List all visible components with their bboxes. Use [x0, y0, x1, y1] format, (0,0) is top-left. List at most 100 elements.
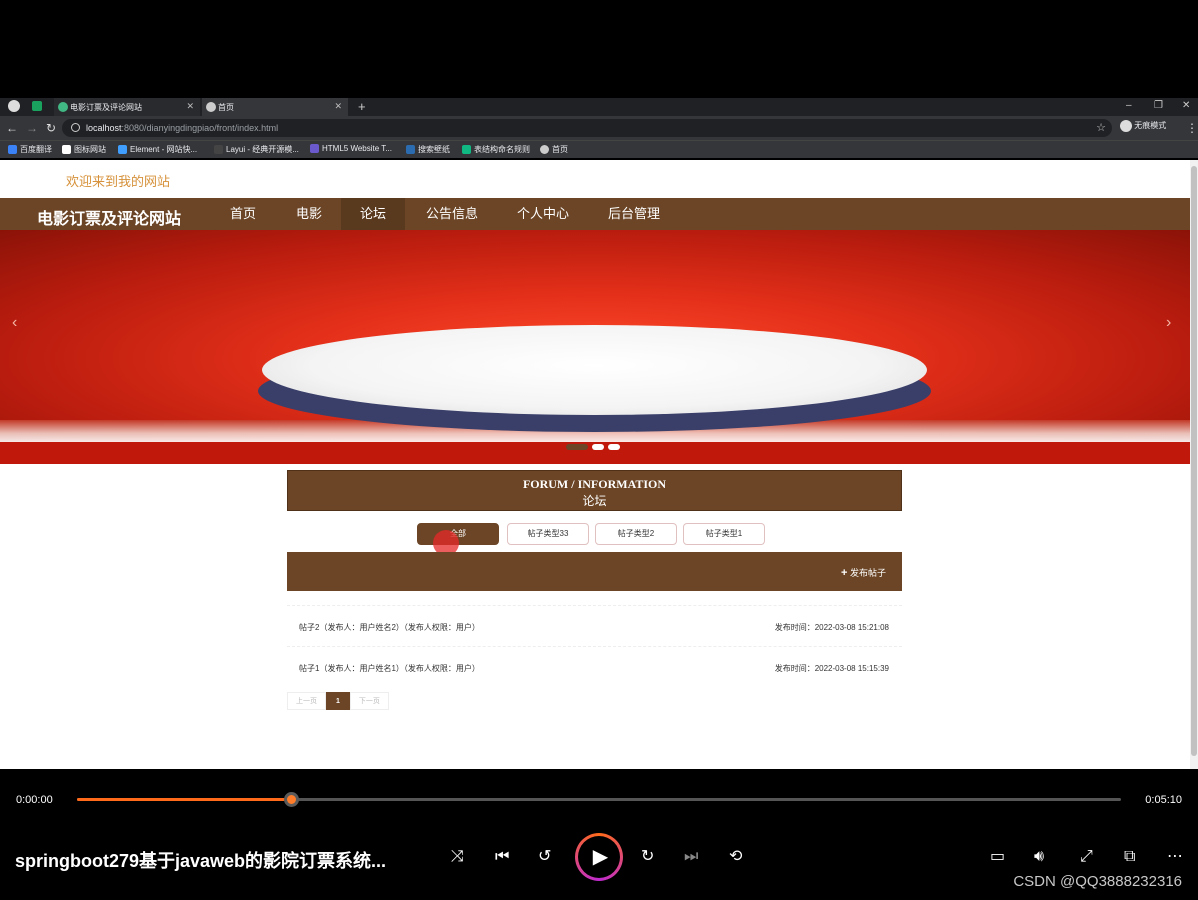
bookmark-label: Element - 网站快...: [130, 145, 198, 154]
more-icon[interactable]: ⋯: [1167, 847, 1183, 867]
bookmark-label: 搜索壁纸: [418, 145, 450, 154]
bookmarks-bar: 百度翻译 图标网站 Element - 网站快... Layui - 经典开源模…: [0, 140, 1198, 158]
post-date: 发布时间：2022-03-08 15:15:39: [774, 664, 889, 673]
translate-icon: [8, 145, 17, 154]
menu-icon[interactable]: ⋮: [1186, 120, 1198, 136]
url-path: :8080/dianyingdingpiao/front/index.html: [121, 123, 279, 133]
forward-icon[interactable]: →: [26, 120, 38, 136]
video-player-controls: 0:00:00 0:05:10 springboot279基于javaweb的影…: [0, 769, 1198, 900]
site-name: 电影订票及评论网站: [37, 211, 182, 228]
bookmark-star-icon[interactable]: ☆: [1096, 119, 1106, 137]
forum-title-cn: 论坛: [582, 494, 607, 508]
seek-handle[interactable]: [284, 792, 300, 807]
previous-icon[interactable]: ⏮: [495, 847, 509, 867]
category-type2[interactable]: 帖子类型2: [595, 523, 677, 545]
incognito-badge[interactable]: 无痕模式: [1120, 120, 1166, 132]
carousel-dot[interactable]: [608, 444, 620, 450]
page-scrollbar[interactable]: [1190, 160, 1198, 769]
page-number[interactable]: 1: [326, 692, 350, 710]
bookmark-item[interactable]: Layui - 经典开源模...: [214, 144, 299, 155]
hero-carousel: ‹ ›: [0, 230, 1190, 464]
url-host: localhost: [86, 123, 122, 133]
captions-icon[interactable]: ▭: [990, 847, 1005, 867]
repeat-off-icon[interactable]: ⟲: [729, 847, 742, 867]
play-button[interactable]: ▶: [575, 833, 623, 881]
minimize-icon[interactable]: –: [1126, 98, 1132, 114]
bookmark-item[interactable]: Element - 网站快...: [118, 144, 197, 155]
incognito-icon: [1120, 120, 1132, 132]
fullscreen-icon[interactable]: ⤢: [1080, 847, 1093, 867]
seek-bar[interactable]: [77, 792, 1121, 807]
web-page: 欢迎来到我的网站 电影订票及评论网站 首页 电影 论坛 公告信息 个人中心 后台…: [0, 160, 1198, 769]
next-page-button[interactable]: 下一页: [349, 692, 389, 710]
current-time: 0:00:00: [16, 794, 53, 806]
close-icon[interactable]: ✕: [186, 101, 194, 112]
bookmark-item[interactable]: 百度翻译: [8, 144, 52, 155]
shuffle-icon[interactable]: ⤨: [451, 847, 464, 867]
nav-notices[interactable]: 公告信息: [414, 198, 490, 230]
plus-icon: +: [841, 567, 848, 579]
wallpaper-icon: [406, 145, 415, 154]
category-type1[interactable]: 帖子类型1: [683, 523, 765, 545]
volume-icon[interactable]: 🔊︎: [1034, 847, 1044, 867]
url-field[interactable]: localhost:8080/dianyingdingpiao/front/in…: [62, 119, 1112, 137]
globe-icon: [206, 102, 216, 112]
bookmark-item[interactable]: 首页: [540, 144, 568, 155]
restore-icon[interactable]: ❐: [1154, 98, 1163, 114]
category-type33[interactable]: 帖子类型33: [507, 523, 589, 545]
bookmark-label: 表结构命名规则: [474, 145, 530, 154]
bookmark-item[interactable]: 搜索壁纸: [406, 144, 450, 155]
chevron-right-icon[interactable]: ›: [1166, 314, 1171, 332]
bookmark-label: 百度翻译: [20, 145, 52, 154]
post-date: 发布时间：2022-03-08 15:21:08: [774, 623, 889, 632]
globe-icon: [540, 145, 549, 154]
bookmark-label: HTML5 Website T...: [322, 144, 392, 153]
next-icon[interactable]: ⏭: [684, 847, 698, 867]
close-icon[interactable]: ✕: [334, 101, 342, 112]
prev-page-button[interactable]: 上一页: [287, 692, 326, 710]
carousel-indicators: [566, 444, 620, 450]
nav-forum[interactable]: 论坛: [341, 198, 405, 230]
new-tab-button[interactable]: +: [358, 98, 366, 116]
browser-tab-bar: 电影订票及评论网站 ✕ 首页 ✕ + – ❐ ✕: [0, 98, 1198, 116]
forum-title-en: FORUM / INFORMATION: [522, 477, 667, 491]
app-icon[interactable]: [32, 101, 42, 111]
incognito-label: 无痕模式: [1134, 121, 1167, 131]
nav-admin[interactable]: 后台管理: [596, 198, 672, 230]
tab-movie-site[interactable]: 电影订票及评论网站 ✕: [54, 98, 200, 116]
forward-30-icon[interactable]: ↻: [641, 847, 654, 867]
bookmark-item[interactable]: 图标网站: [62, 144, 106, 155]
info-icon[interactable]: [71, 123, 80, 132]
scrollbar-thumb[interactable]: [1191, 166, 1197, 756]
carousel-dot[interactable]: [566, 444, 588, 450]
nav-home[interactable]: 首页: [214, 198, 272, 230]
post-title[interactable]: 帖子1（发布人：用户姓名1）（发布人权限：用户）: [299, 663, 480, 674]
list-item[interactable]: 帖子1（发布人：用户姓名1）（发布人权限：用户） 发布时间：2022-03-08…: [287, 646, 902, 686]
chrome-icon[interactable]: [8, 100, 20, 112]
nav-movies[interactable]: 电影: [280, 198, 338, 230]
close-window-icon[interactable]: ✕: [1182, 98, 1190, 114]
tab-label: 电影订票及评论网站: [70, 102, 142, 112]
chevron-left-icon[interactable]: ‹: [12, 314, 17, 332]
nav-profile[interactable]: 个人中心: [505, 198, 581, 230]
carousel-dot[interactable]: [592, 444, 604, 450]
bookmark-label: Layui - 经典开源模...: [226, 145, 299, 154]
vue-icon: [58, 102, 68, 112]
list-item[interactable]: 帖子2（发布人：用户姓名2）（发布人权限：用户） 发布时间：2022-03-08…: [287, 605, 902, 645]
post-title[interactable]: 帖子2（发布人：用户姓名2）（发布人权限：用户）: [299, 622, 480, 633]
stage-platform: [262, 325, 927, 415]
bookmark-item[interactable]: HTML5 Website T...: [310, 144, 392, 153]
html5-icon: [310, 144, 319, 153]
tab-home[interactable]: 首页 ✕: [202, 98, 348, 116]
new-post-button[interactable]: + 发布帖子: [841, 566, 886, 579]
seek-progress: [77, 798, 292, 801]
rewind-10-icon[interactable]: ↺: [538, 847, 551, 867]
element-icon: [118, 145, 127, 154]
back-icon[interactable]: ←: [6, 120, 18, 136]
bookmark-item[interactable]: 表结构命名规则: [462, 144, 530, 155]
reload-icon[interactable]: ↻: [46, 120, 56, 136]
mini-player-icon[interactable]: ⧉: [1124, 847, 1135, 867]
video-title: springboot279基于javaweb的影院订票系统...: [15, 851, 387, 871]
welcome-text: 欢迎来到我的网站: [66, 174, 171, 189]
play-icon: ▶: [578, 836, 620, 878]
